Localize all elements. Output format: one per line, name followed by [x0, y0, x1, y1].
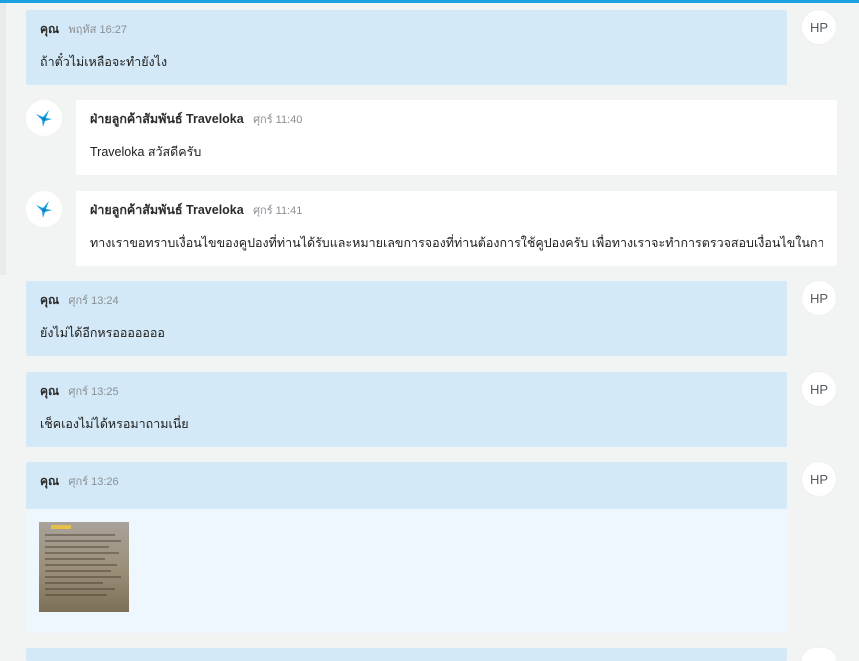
- thumbnail-text-line: [45, 564, 117, 566]
- thumbnail-text-line: [45, 588, 115, 590]
- message-meta: ฝ่ายลูกค้าสัมพันธ์ Traveloka ศุกร์ 11:41: [90, 203, 823, 219]
- message-meta: คุณ พฤหัส 16:27: [40, 22, 773, 38]
- avatar-initials: HP: [809, 471, 829, 487]
- user-avatar: HP: [802, 462, 836, 496]
- thumbnail-text-line: [45, 540, 121, 542]
- avatar-initials: HP: [809, 19, 829, 35]
- traveloka-bird-icon: [36, 110, 52, 127]
- agent-message: ฝ่ายลูกค้าสัมพันธ์ Traveloka ศุกร์ 11:41…: [76, 191, 837, 266]
- message-text: Traveloka สวัสดีครับ: [90, 145, 202, 159]
- agent-message: ฝ่ายลูกค้าสัมพันธ์ Traveloka ศุกร์ 11:40…: [76, 100, 837, 175]
- sender-name: คุณ: [40, 22, 60, 36]
- thumbnail-text-line: [45, 582, 103, 584]
- image-thumbnail[interactable]: [39, 522, 129, 612]
- user-message: คุณ พฤหัส 16:27 ถ้าตั๋วไม่เหลือจะทำยังไง: [26, 10, 787, 85]
- message-meta: คุณ ศุกร์ 13:26: [40, 474, 773, 490]
- traveloka-bird-icon: [36, 201, 52, 218]
- user-message: คุณ ศุกร์ 13:24 ยังไม่ได้อีกหรอออออออ: [26, 281, 787, 356]
- user-avatar: HP: [802, 281, 836, 315]
- message-time: ศุกร์ 13:25: [68, 386, 119, 398]
- thumbnail-text-line: [45, 546, 109, 548]
- message-time: พฤหัส 16:27: [68, 24, 127, 36]
- thumbnail-highlight: [51, 525, 71, 529]
- sender-name: คุณ: [40, 384, 60, 398]
- user-avatar-partial: [802, 648, 836, 661]
- message-time: ศุกร์ 11:41: [253, 205, 303, 217]
- sender-name: ฝ่ายลูกค้าสัมพันธ์ Traveloka: [90, 203, 244, 217]
- message-text: ถ้าตั๋วไม่เหลือจะทำยังไง: [40, 55, 168, 69]
- message-meta: ฝ่ายลูกค้าสัมพันธ์ Traveloka ศุกร์ 11:40: [90, 112, 823, 128]
- user-avatar: HP: [802, 10, 836, 44]
- thumbnail-text-line: [45, 576, 121, 578]
- thumbnail-text-line: [45, 534, 115, 536]
- sender-name: คุณ: [40, 474, 60, 488]
- message-time: ศุกร์ 13:24: [68, 295, 119, 307]
- sender-name: คุณ: [40, 293, 60, 307]
- avatar-initials: HP: [809, 381, 829, 397]
- thumbnail-text-line: [45, 552, 119, 554]
- agent-avatar: [26, 191, 62, 227]
- avatar-initials: HP: [809, 290, 829, 306]
- sender-name: ฝ่ายลูกค้าสัมพันธ์ Traveloka: [90, 112, 244, 126]
- thumbnail-text-line: [45, 558, 105, 560]
- message-meta: คุณ ศุกร์ 13:24: [40, 293, 773, 309]
- message-time: ศุกร์ 11:40: [253, 114, 303, 126]
- user-message: คุณ ศุกร์ 13:25 เช็คเองไม่ได้หรอมาถามเนี…: [26, 372, 787, 447]
- message-meta: คุณ ศุกร์ 13:25: [40, 384, 773, 400]
- thumbnail-text-line: [45, 570, 111, 572]
- user-message-partial: [26, 648, 787, 661]
- message-text: เช็คเองไม่ได้หรอมาถามเนี่ย: [40, 417, 189, 431]
- message-text: ทางเราขอทราบเงื่อนไขของคูปองที่ท่านได้รั…: [90, 236, 823, 250]
- user-message: คุณ ศุกร์ 13:26: [26, 462, 787, 509]
- thumbnail-text-line: [45, 594, 107, 596]
- agent-avatar: [26, 100, 62, 136]
- message-time: ศุกร์ 13:26: [68, 476, 119, 488]
- image-attachment-panel: [26, 509, 787, 633]
- accent-top-bar: [0, 0, 859, 3]
- user-avatar: HP: [802, 372, 836, 406]
- left-edge-strip: [0, 3, 6, 275]
- message-text: ยังไม่ได้อีกหรอออออออ: [40, 326, 165, 340]
